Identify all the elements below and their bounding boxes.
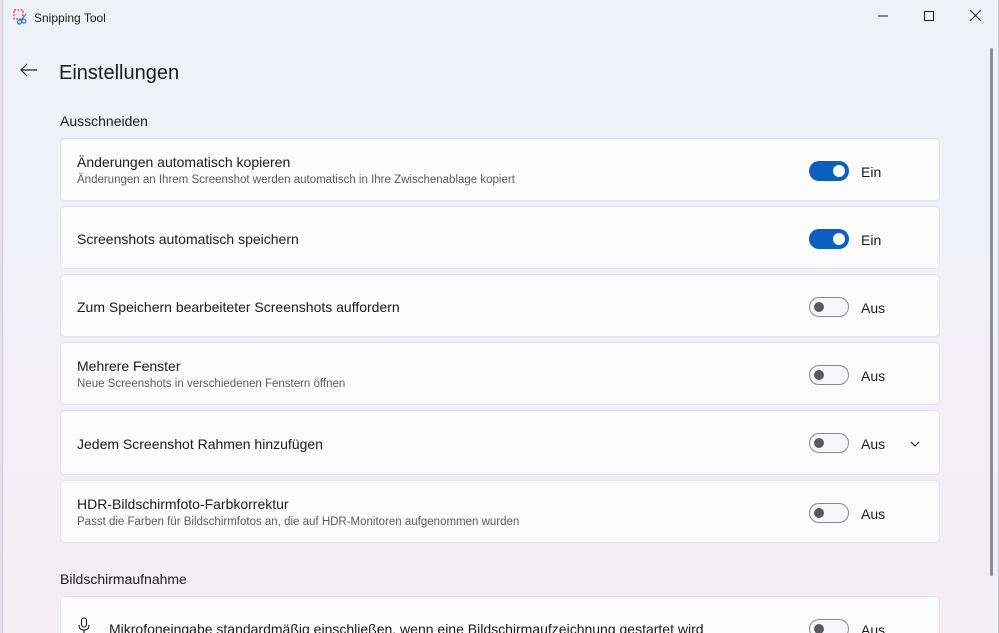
setting-title: Screenshots automatisch speichern (77, 231, 299, 247)
setting-description: Passt die Farben für Bildschirmfotos an,… (77, 516, 520, 528)
chevron-down-icon (910, 434, 920, 452)
toggle-knob (814, 370, 824, 380)
snipping-tool-icon (13, 9, 29, 25)
setting-card-add-border[interactable]: Jedem Screenshot Rahmen hinzufügen Aus (60, 410, 940, 475)
auto-save-toggle[interactable] (809, 229, 849, 249)
toggle-knob (814, 438, 824, 448)
toggle-state-label: Ein (861, 164, 882, 180)
toggle-knob (814, 624, 824, 633)
minimize-button[interactable] (860, 0, 906, 34)
setting-title: Mikrofoneingabe standardmäßig einschließ… (109, 621, 704, 633)
microphone-toggle[interactable] (809, 619, 849, 633)
section-title-bildschirmaufnahme: Bildschirmaufnahme (60, 571, 187, 587)
close-icon (969, 8, 981, 26)
setting-card-auto-copy: Änderungen automatisch kopieren Änderung… (60, 138, 940, 201)
microphone-icon (77, 617, 91, 633)
toggle-state-label: Aus (861, 622, 886, 633)
toggle-state-label: Aus (861, 368, 886, 384)
setting-description: Neue Screenshots in verschiedenen Fenste… (77, 378, 346, 390)
vertical-scrollbar[interactable] (990, 48, 993, 576)
back-arrow-icon (20, 63, 38, 82)
setting-title: Zum Speichern bearbeiteter Screenshots a… (77, 299, 400, 315)
close-button[interactable] (952, 0, 998, 34)
toggle-state-label: Aus (861, 506, 886, 522)
setting-title: Mehrere Fenster (77, 358, 181, 374)
setting-description: Änderungen an Ihrem Screenshot werden au… (77, 174, 515, 186)
toggle-state-label: Aus (861, 300, 886, 316)
maximize-button[interactable] (906, 0, 952, 34)
maximize-icon (924, 8, 934, 26)
setting-card-auto-save: Screenshots automatisch speichern Ein (60, 206, 940, 269)
toggle-knob (833, 233, 845, 245)
window-title: Snipping Tool (34, 11, 106, 25)
prompt-save-toggle[interactable] (809, 297, 849, 317)
toggle-state-label: Ein (861, 232, 882, 248)
toggle-knob (814, 302, 824, 312)
setting-card-microphone: Mikrofoneingabe standardmäßig einschließ… (60, 596, 940, 633)
setting-title: Änderungen automatisch kopieren (77, 154, 291, 170)
setting-card-prompt-save: Zum Speichern bearbeiteter Screenshots a… (60, 274, 940, 337)
section-title-ausschneiden: Ausschneiden (60, 113, 148, 129)
expand-chevron-button[interactable] (907, 435, 923, 451)
add-border-toggle[interactable] (809, 433, 849, 453)
minimize-icon (878, 8, 888, 26)
toggle-state-label: Aus (861, 436, 886, 452)
setting-card-hdr-color: HDR-Bildschirmfoto-Farbkorrektur Passt d… (60, 480, 940, 543)
setting-title: HDR-Bildschirmfoto-Farbkorrektur (77, 496, 289, 512)
setting-title: Jedem Screenshot Rahmen hinzufügen (77, 436, 323, 452)
snipping-tool-window: Snipping Tool Einstellungen Ausschneiden… (2, 0, 999, 633)
page-title: Einstellungen (59, 62, 180, 84)
toggle-knob (814, 508, 824, 518)
multiple-windows-toggle[interactable] (809, 365, 849, 385)
toggle-knob (833, 165, 845, 177)
back-button[interactable] (13, 58, 45, 86)
auto-copy-toggle[interactable] (809, 161, 849, 181)
setting-card-multiple-windows: Mehrere Fenster Neue Screenshots in vers… (60, 342, 940, 405)
title-bar: Snipping Tool (3, 0, 998, 34)
hdr-color-toggle[interactable] (809, 503, 849, 523)
